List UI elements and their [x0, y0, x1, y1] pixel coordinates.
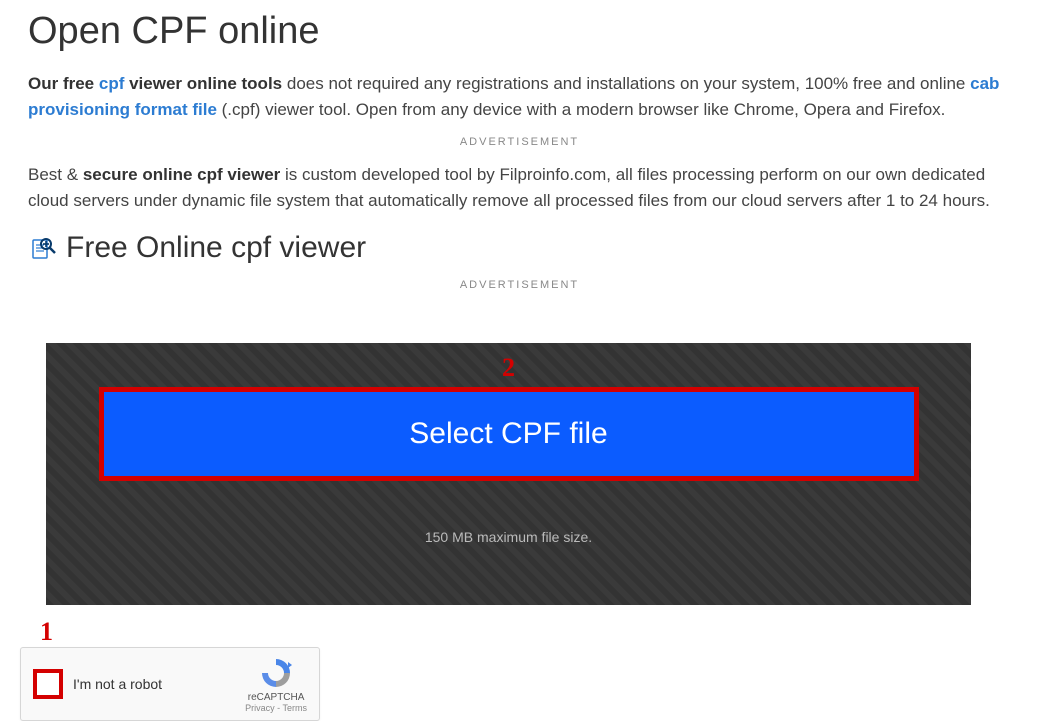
intro-paragraph-2: Best & secure online cpf viewer is custo… — [28, 162, 1011, 213]
link-cpf[interactable]: cpf — [99, 74, 125, 93]
intro-prefix: Our free — [28, 74, 99, 93]
recaptcha-brand: reCAPTCHA — [245, 692, 307, 703]
intro-paragraph-1: Our free cpf viewer online tools does no… — [28, 71, 1011, 122]
recaptcha-checkbox[interactable] — [33, 669, 63, 699]
intro-bold-mid: viewer online tools — [124, 74, 282, 93]
annotation-1: 1 — [40, 617, 1039, 647]
advertisement-label: ADVERTISEMENT — [28, 136, 1011, 148]
advertisement-label-2: ADVERTISEMENT — [28, 279, 1011, 291]
annotation-2: 2 — [502, 353, 515, 383]
recaptcha-label: I'm not a robot — [73, 676, 162, 692]
recaptcha-logo-icon — [259, 656, 293, 690]
page-title: Open CPF online — [28, 10, 1011, 53]
section-heading: Free Online cpf viewer — [66, 231, 366, 265]
p2-prefix: Best & — [28, 165, 83, 184]
p2-bold: secure online cpf viewer — [83, 165, 280, 184]
magnifier-document-icon — [28, 234, 56, 262]
intro-text-1: does not required any registrations and … — [287, 74, 970, 93]
recaptcha-widget: I'm not a robot reCAPTCHA Privacy - Term… — [20, 647, 320, 721]
select-file-button[interactable]: Select CPF file — [99, 387, 919, 481]
upload-zone: 2 Select CPF file 150 MB maximum file si… — [46, 343, 971, 605]
recaptcha-links[interactable]: Privacy - Terms — [245, 703, 307, 713]
max-file-size-label: 150 MB maximum file size. — [96, 529, 921, 545]
intro-text-2: (.cpf) viewer tool. Open from any device… — [217, 100, 945, 119]
